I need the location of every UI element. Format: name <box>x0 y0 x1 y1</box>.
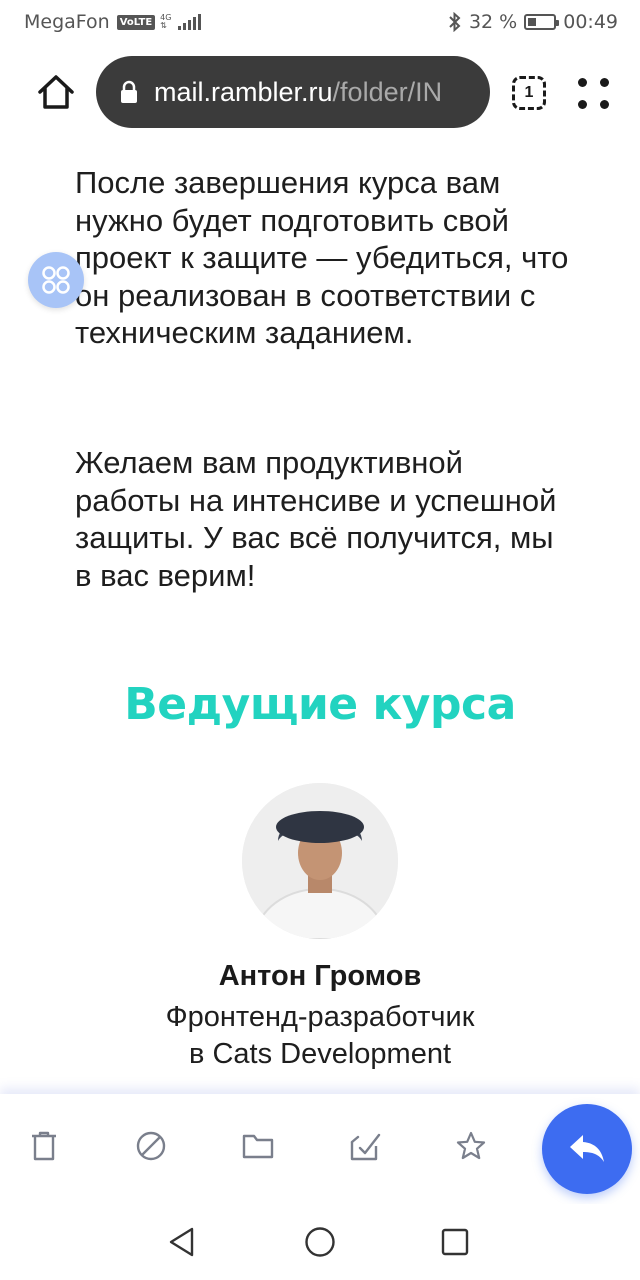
url-host: mail.rambler.ru <box>154 76 333 107</box>
status-left: MegaFon VoLTE 4G ⇅ <box>24 11 202 33</box>
tabs-button[interactable]: 1 <box>512 76 546 110</box>
recents-button[interactable] <box>435 1222 475 1262</box>
star-icon <box>456 1131 486 1160</box>
home-button[interactable] <box>34 70 78 114</box>
battery-percent: 32 % <box>468 11 518 33</box>
menu-dot <box>600 78 609 87</box>
signal-icon <box>178 14 202 30</box>
reply-icon <box>570 1135 604 1162</box>
lock-icon <box>120 80 138 104</box>
apps-grid-icon <box>42 266 70 294</box>
status-right: 32 % 00:49 <box>448 11 618 33</box>
tab-count: 1 <box>524 84 534 101</box>
person-role: Фронтенд-разработчик в Cats Development <box>165 1001 475 1070</box>
address-bar[interactable]: mail.rambler.ru/folder/IN <box>96 56 490 128</box>
spam-button[interactable] <box>131 1126 171 1166</box>
browser-bar: mail.rambler.ru/folder/IN 1 <box>0 56 640 128</box>
delete-icon <box>32 1131 56 1161</box>
back-icon <box>169 1227 194 1257</box>
home-nav-button[interactable] <box>300 1222 340 1262</box>
home-circle-icon <box>305 1227 335 1257</box>
move-to-folder-button[interactable] <box>238 1126 278 1166</box>
volte-badge: VoLTE <box>116 14 156 30</box>
carrier-name: MegaFon <box>24 11 110 33</box>
mark-read-icon <box>350 1133 381 1161</box>
delete-button[interactable] <box>24 1126 64 1166</box>
section-title-hosts: Ведущие курса <box>124 679 516 730</box>
menu-dot <box>578 78 587 87</box>
paragraph-completion: После завершения курса вам нужно будет п… <box>75 165 569 350</box>
email-toolbar <box>0 1094 640 1204</box>
browser-menu-button[interactable] <box>578 78 610 110</box>
bluetooth-icon <box>449 12 461 32</box>
home-icon <box>38 75 74 109</box>
reply-button[interactable] <box>542 1104 632 1194</box>
email-body[interactable]: После завершения курса вам нужно будет п… <box>0 128 640 1094</box>
avatar <box>242 783 398 939</box>
favorite-button[interactable] <box>451 1126 491 1166</box>
menu-dot <box>578 100 587 109</box>
clock: 00:49 <box>563 11 618 33</box>
battery-icon <box>524 14 560 30</box>
person-photo <box>242 783 398 939</box>
back-button[interactable] <box>162 1222 202 1262</box>
menu-dot <box>600 100 609 109</box>
recents-icon <box>441 1228 469 1256</box>
navigation-bar <box>0 1204 640 1280</box>
folder-icon <box>242 1134 274 1159</box>
mark-read-button[interactable] <box>345 1126 385 1166</box>
network-type: 4G ⇅ <box>160 13 172 30</box>
url-path: /folder/IN <box>332 76 443 107</box>
spam-icon <box>136 1131 166 1161</box>
person-name: Антон Громов <box>218 960 422 992</box>
status-bar: MegaFon VoLTE 4G ⇅ 32 % 00:49 <box>0 0 640 44</box>
paragraph-wishes: Желаем вам продуктивной работы на интенс… <box>75 445 557 593</box>
apps-button[interactable] <box>28 252 84 308</box>
battery-fill <box>528 18 536 26</box>
